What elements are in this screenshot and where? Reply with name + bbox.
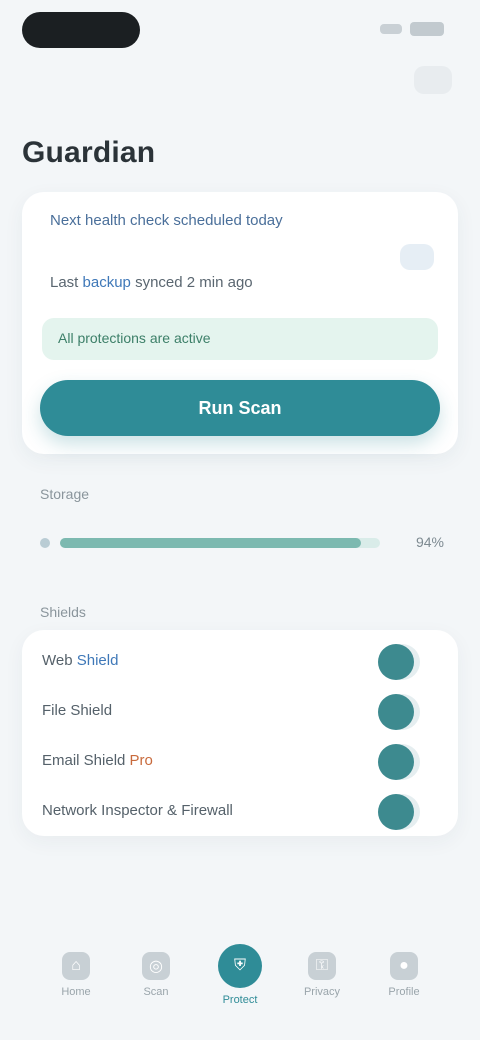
- status-bar: [0, 0, 480, 62]
- list-item[interactable]: Email Shield Pro: [42, 740, 438, 784]
- tab-label: Protect: [222, 994, 258, 1006]
- shield-toggle[interactable]: [378, 694, 420, 730]
- progress-track: [60, 538, 380, 548]
- tab-profile[interactable]: ● Profile: [376, 952, 432, 1012]
- info-icon[interactable]: [400, 244, 434, 270]
- card-headline: Next health check scheduled today: [50, 212, 283, 229]
- scan-icon: ◎: [142, 952, 170, 980]
- list-item-accent: Pro: [129, 752, 153, 769]
- list-item-label: Web Shield: [42, 652, 118, 669]
- shields-label: Shields: [40, 604, 86, 620]
- shield-icon: ⛨: [218, 944, 262, 988]
- list-item-accent: Shield: [76, 652, 119, 669]
- signal-icon: [380, 24, 402, 34]
- progress-value: 94%: [415, 534, 444, 550]
- list-item-label: Network Inspector & Firewall: [42, 802, 233, 819]
- tab-label: Profile: [388, 986, 420, 998]
- tab-privacy[interactable]: ⚿ Privacy: [294, 952, 350, 1012]
- card-subtitle-accent[interactable]: backup: [83, 274, 131, 291]
- more-icon[interactable]: [414, 66, 452, 94]
- tab-label: Home: [61, 986, 91, 998]
- toggle-knob: [378, 694, 414, 730]
- tab-bar: ⌂ Home ◎ Scan ⛨ Protect ⚿ Privacy ● Prof…: [0, 930, 480, 1040]
- lock-icon: ⚿: [308, 952, 336, 980]
- list-item-text: Web: [42, 652, 77, 669]
- storage-dot-icon: [40, 538, 50, 548]
- card-subtitle: Last backup synced 2 min ago: [50, 274, 340, 292]
- storage-progress: 94%: [40, 528, 444, 558]
- shield-toggle[interactable]: [378, 794, 420, 830]
- toggle-knob: [378, 794, 414, 830]
- status-banner: All protections are active: [42, 318, 438, 360]
- home-icon: ⌂: [62, 952, 90, 980]
- status-card: Next health check scheduled today Last b…: [22, 192, 458, 454]
- card-subtitle-suffix: synced 2 min ago: [130, 274, 253, 291]
- list-item-text: Network Inspector & Firewall: [42, 802, 233, 819]
- tab-label: Privacy: [303, 986, 341, 998]
- list-item-label: File Shield: [42, 702, 112, 719]
- storage-label: Storage: [40, 486, 90, 502]
- list-item-text: File Shield: [42, 702, 113, 719]
- list-item-label: Email Shield Pro: [42, 752, 153, 769]
- user-icon: ●: [390, 952, 418, 980]
- tab-scan[interactable]: ◎ Scan: [128, 952, 184, 1012]
- progress-fill: [60, 538, 361, 548]
- list-item[interactable]: Web Shield: [42, 640, 438, 684]
- list-item[interactable]: File Shield: [42, 690, 438, 734]
- battery-icon: [410, 22, 444, 36]
- shield-toggle[interactable]: [378, 744, 420, 780]
- list-item[interactable]: Network Inspector & Firewall: [42, 790, 438, 834]
- tab-label: Scan: [143, 986, 169, 998]
- page-title: Guardian: [22, 136, 156, 169]
- status-icons: [380, 22, 444, 36]
- card-subtitle-prefix: Last: [50, 274, 83, 291]
- tab-protect[interactable]: ⛨ Protect: [212, 944, 268, 1012]
- shield-toggle[interactable]: [378, 644, 420, 680]
- run-scan-button[interactable]: Run Scan: [40, 380, 440, 436]
- shields-list: Web Shield File Shield Email Shield Pro …: [22, 630, 458, 836]
- toggle-knob: [378, 744, 414, 780]
- list-item-text: Email Shield: [42, 752, 130, 769]
- dynamic-island: [22, 12, 140, 48]
- tab-home[interactable]: ⌂ Home: [48, 952, 104, 1012]
- toggle-knob: [378, 644, 414, 680]
